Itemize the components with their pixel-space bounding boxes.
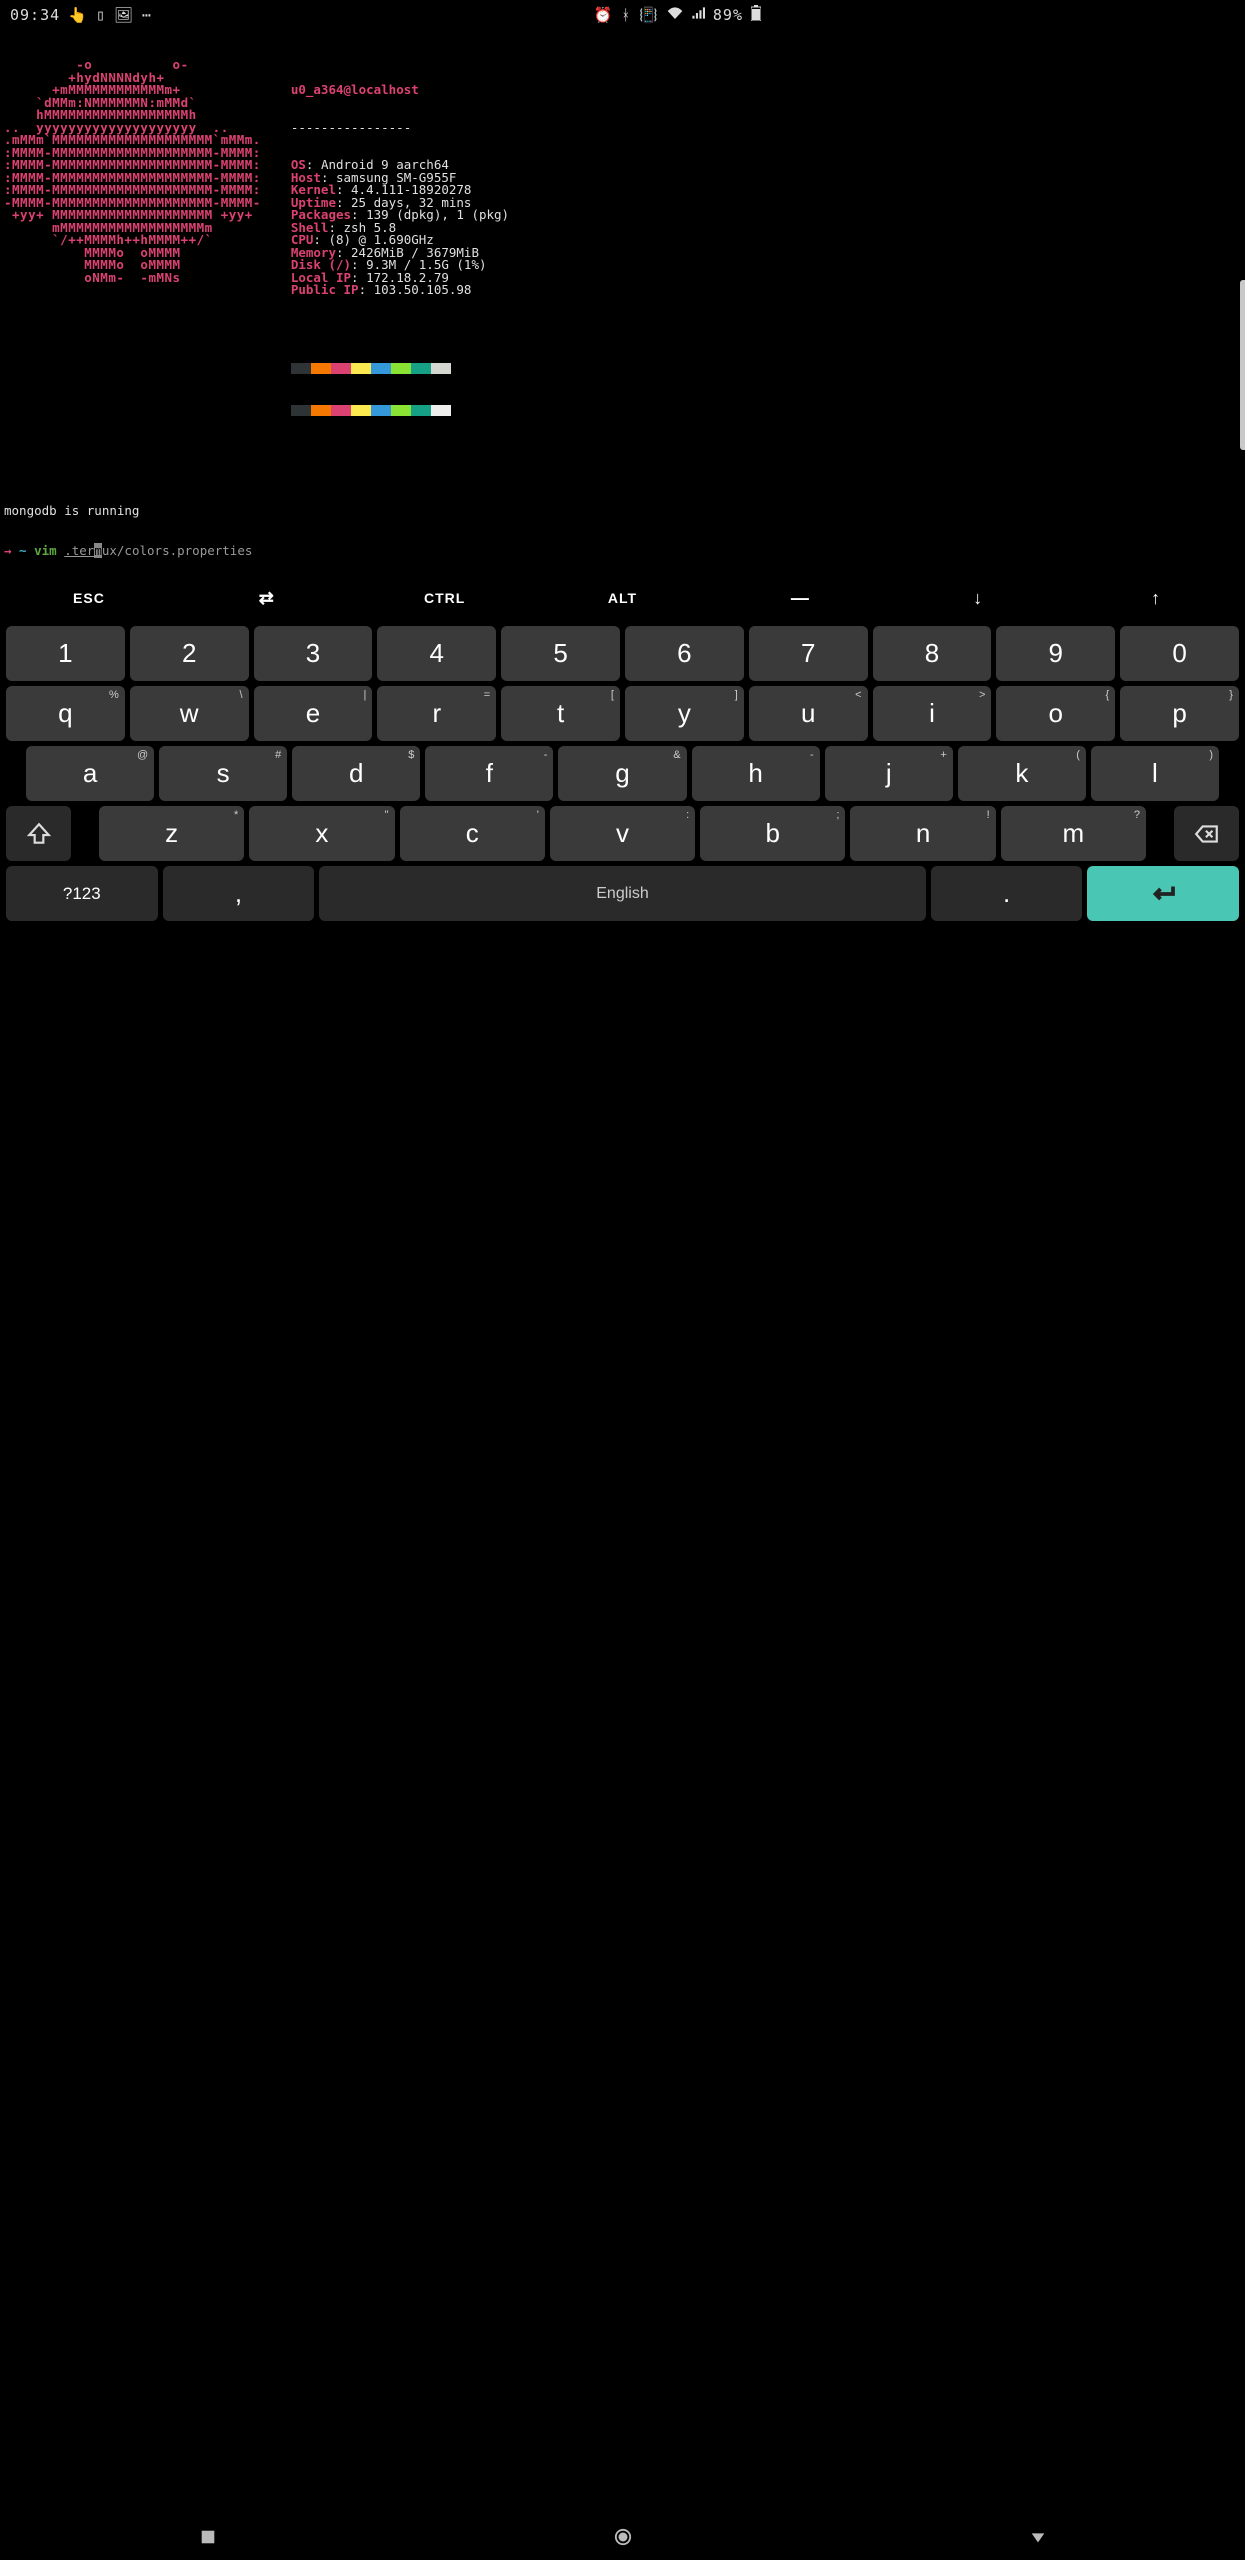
key-up[interactable]: ↑ xyxy=(1067,588,1245,609)
key-alt[interactable]: ALT xyxy=(534,590,712,606)
key-p[interactable]: }p xyxy=(1120,686,1239,741)
scroll-indicator[interactable] xyxy=(1240,280,1245,450)
key-8[interactable]: 8 xyxy=(873,626,992,681)
key-dash[interactable]: — xyxy=(711,588,889,609)
termux-extra-keys: ESC ⇄ CTRL ALT — ↓ ↑ xyxy=(0,578,1245,618)
neofetch-ascii-art: -o o- +hydNNNNdyh+ +mMMMMMMMMMMMMm+ `dMM… xyxy=(4,59,261,441)
gallery-icon: 🖼 xyxy=(114,6,134,24)
user-host-line: u0_a364@localhost xyxy=(291,84,509,97)
key-f[interactable]: -f xyxy=(425,746,553,801)
key-3[interactable]: 3 xyxy=(254,626,373,681)
soft-keyboard: 1234567890 %q\w|e=r[t]y<u>i{o}p @a#s$d-f… xyxy=(0,622,1245,936)
shell-prompt[interactable]: → ~ vim .termux/colors.properties xyxy=(4,545,767,558)
key-symbols[interactable]: ?123 xyxy=(6,866,158,921)
key-y[interactable]: ]y xyxy=(625,686,744,741)
more-icon: ⋯ xyxy=(142,6,152,24)
wifi-icon xyxy=(667,6,683,24)
key-m[interactable]: ?m xyxy=(1001,806,1146,861)
key-z[interactable]: *z xyxy=(99,806,244,861)
key-9[interactable]: 9 xyxy=(996,626,1115,681)
status-time: 09:34 xyxy=(10,6,60,24)
color-palette xyxy=(291,363,509,374)
key-a[interactable]: @a xyxy=(26,746,154,801)
key-q[interactable]: %q xyxy=(6,686,125,741)
battery-percent: 89% xyxy=(713,6,743,24)
key-ctrl[interactable]: CTRL xyxy=(356,590,534,606)
key-o[interactable]: {o xyxy=(996,686,1115,741)
vibrate-icon: 📳 xyxy=(639,6,659,24)
key-space[interactable]: English xyxy=(319,866,926,921)
key-down[interactable]: ↓ xyxy=(889,588,1067,609)
key-s[interactable]: #s xyxy=(159,746,287,801)
key-5[interactable]: 5 xyxy=(501,626,620,681)
key-esc[interactable]: ESC xyxy=(0,590,178,606)
terminal-line: mongodb is running xyxy=(4,505,767,518)
status-icon: ▯ xyxy=(96,6,106,24)
key-h[interactable]: -h xyxy=(692,746,820,801)
key-x[interactable]: "x xyxy=(249,806,394,861)
key-n[interactable]: !n xyxy=(850,806,995,861)
key-l[interactable]: )l xyxy=(1091,746,1219,801)
terminal-output[interactable]: -o o- +hydNNNNdyh+ +mMMMMMMMMMMMMm+ `dMM… xyxy=(0,30,771,570)
android-status-bar: 09:34 👆 ▯ 🖼 ⋯ ⏰ ᚼ 📳 89% xyxy=(0,0,771,30)
key-t[interactable]: [t xyxy=(501,686,620,741)
key-comma[interactable]: , xyxy=(163,866,315,921)
key-tab[interactable]: ⇄ xyxy=(178,588,356,609)
key-backspace[interactable] xyxy=(1174,806,1239,861)
key-7[interactable]: 7 xyxy=(749,626,868,681)
key-u[interactable]: <u xyxy=(749,686,868,741)
key-0[interactable]: 0 xyxy=(1120,626,1239,681)
key-j[interactable]: +j xyxy=(825,746,953,801)
key-w[interactable]: \w xyxy=(130,686,249,741)
separator: ---------------- xyxy=(291,122,509,135)
key-i[interactable]: >i xyxy=(873,686,992,741)
alarm-icon: ⏰ xyxy=(594,6,614,24)
color-palette xyxy=(291,405,509,416)
key-c[interactable]: 'c xyxy=(400,806,545,861)
nav-back[interactable] xyxy=(1029,2528,1047,2550)
key-period[interactable]: . xyxy=(931,866,1083,921)
key-g[interactable]: &g xyxy=(558,746,686,801)
battery-icon xyxy=(751,5,761,25)
key-6[interactable]: 6 xyxy=(625,626,744,681)
nav-recents[interactable] xyxy=(199,2528,217,2550)
key-d[interactable]: $d xyxy=(292,746,420,801)
cursor: m xyxy=(94,543,102,558)
key-e[interactable]: |e xyxy=(254,686,373,741)
info-line: Public IP: 103.50.105.98 xyxy=(291,284,509,297)
key-enter[interactable] xyxy=(1087,866,1239,921)
key-4[interactable]: 4 xyxy=(377,626,496,681)
android-nav-bar xyxy=(0,2518,1245,2560)
key-2[interactable]: 2 xyxy=(130,626,249,681)
key-shift[interactable] xyxy=(6,806,71,861)
signal-icon xyxy=(691,6,705,24)
neofetch-info: u0_a364@localhost ---------------- OS: A… xyxy=(291,59,509,441)
status-icon: 👆 xyxy=(68,6,88,24)
bluetooth-icon: ᚼ xyxy=(621,6,631,24)
nav-home[interactable] xyxy=(614,2528,632,2550)
key-b[interactable]: ;b xyxy=(700,806,845,861)
key-v[interactable]: :v xyxy=(550,806,695,861)
key-r[interactable]: =r xyxy=(377,686,496,741)
key-k[interactable]: (k xyxy=(958,746,1086,801)
key-1[interactable]: 1 xyxy=(6,626,125,681)
